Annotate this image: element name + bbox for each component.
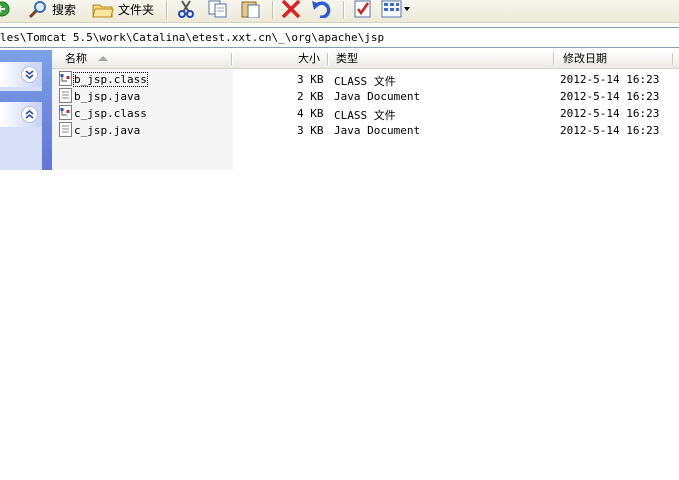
back-icon[interactable]: [0, 0, 10, 18]
column-name-label: 名称: [65, 52, 87, 65]
file-type: Java Document: [334, 124, 421, 137]
file-size: 3 KB: [297, 124, 324, 137]
search-icon: [28, 1, 46, 18]
copy-button[interactable]: [207, 0, 229, 18]
sort-ascending-icon: [97, 56, 108, 61]
views-button[interactable]: [381, 0, 411, 18]
file-type: Java Document: [334, 90, 421, 103]
file-name[interactable]: c_jsp.class: [74, 107, 147, 120]
paste-icon: [241, 1, 260, 18]
file-name[interactable]: b_jsp.java: [74, 90, 140, 103]
address-bar[interactable]: les\Tomcat 5.5\work\Catalina\etest.xxt.c…: [0, 27, 679, 48]
column-modified[interactable]: 修改日期: [563, 50, 607, 68]
expand-chevron-icon[interactable]: [21, 66, 38, 83]
undo-icon: [312, 1, 331, 18]
views-icon: [381, 0, 410, 18]
task-group-body-1: [0, 87, 42, 91]
file-modified: 2012-5-14 16:23: [560, 73, 660, 86]
collapse-chevron-icon[interactable]: [21, 106, 38, 123]
file-modified: 2012-5-14 16:23: [560, 90, 660, 103]
java-file-icon: [59, 122, 72, 137]
task-group-header-2[interactable]: [0, 102, 42, 127]
file-row[interactable]: b_jsp.class 3 KB CLASS 文件 2012-5-14 16:2…: [56, 71, 679, 88]
properties-icon: [354, 0, 371, 18]
file-name[interactable]: c_jsp.java: [74, 124, 140, 137]
delete-button[interactable]: [280, 0, 302, 18]
search-button[interactable]: 搜索: [28, 0, 76, 18]
scissors-icon: [178, 0, 194, 18]
delete-icon: [281, 0, 301, 18]
column-type[interactable]: 类型: [336, 50, 358, 68]
search-label: 搜索: [52, 2, 77, 17]
file-row[interactable]: c_jsp.java 3 KB Java Document 2012-5-14 …: [56, 122, 679, 139]
file-type: CLASS 文件: [334, 109, 396, 122]
task-group-header-1[interactable]: [0, 62, 42, 87]
properties-button[interactable]: [353, 0, 373, 18]
cut-button[interactable]: [176, 0, 196, 18]
standard-toolbar: 搜索 文件夹: [0, 0, 679, 23]
file-size: 4 KB: [297, 107, 324, 120]
class-file-icon: [59, 71, 72, 86]
file-size: 2 KB: [297, 90, 324, 103]
file-modified: 2012-5-14 16:23: [560, 107, 660, 120]
file-modified: 2012-5-14 16:23: [560, 124, 660, 137]
file-size: 3 KB: [297, 73, 324, 86]
column-header-bar: 名称 大小 类型 修改日期: [52, 50, 679, 69]
folders-button[interactable]: 文件夹: [92, 0, 154, 18]
java-file-icon: [59, 88, 72, 103]
folder-icon: [92, 4, 114, 18]
column-size[interactable]: 大小: [298, 50, 320, 68]
file-name[interactable]: b_jsp.class: [73, 72, 148, 87]
file-type: CLASS 文件: [334, 75, 396, 88]
undo-button[interactable]: [311, 0, 333, 18]
task-pane: [0, 50, 52, 170]
paste-button[interactable]: [240, 0, 262, 18]
file-row[interactable]: c_jsp.class 4 KB CLASS 文件 2012-5-14 16:2…: [56, 105, 679, 122]
column-name[interactable]: 名称: [65, 50, 109, 68]
folders-label: 文件夹: [118, 2, 155, 17]
task-group-body-2: [0, 127, 42, 170]
file-row[interactable]: b_jsp.java 2 KB Java Document 2012-5-14 …: [56, 88, 679, 105]
class-file-icon: [59, 105, 72, 120]
address-path[interactable]: les\Tomcat 5.5\work\Catalina\etest.xxt.c…: [0, 31, 384, 44]
copy-icon: [208, 0, 227, 18]
